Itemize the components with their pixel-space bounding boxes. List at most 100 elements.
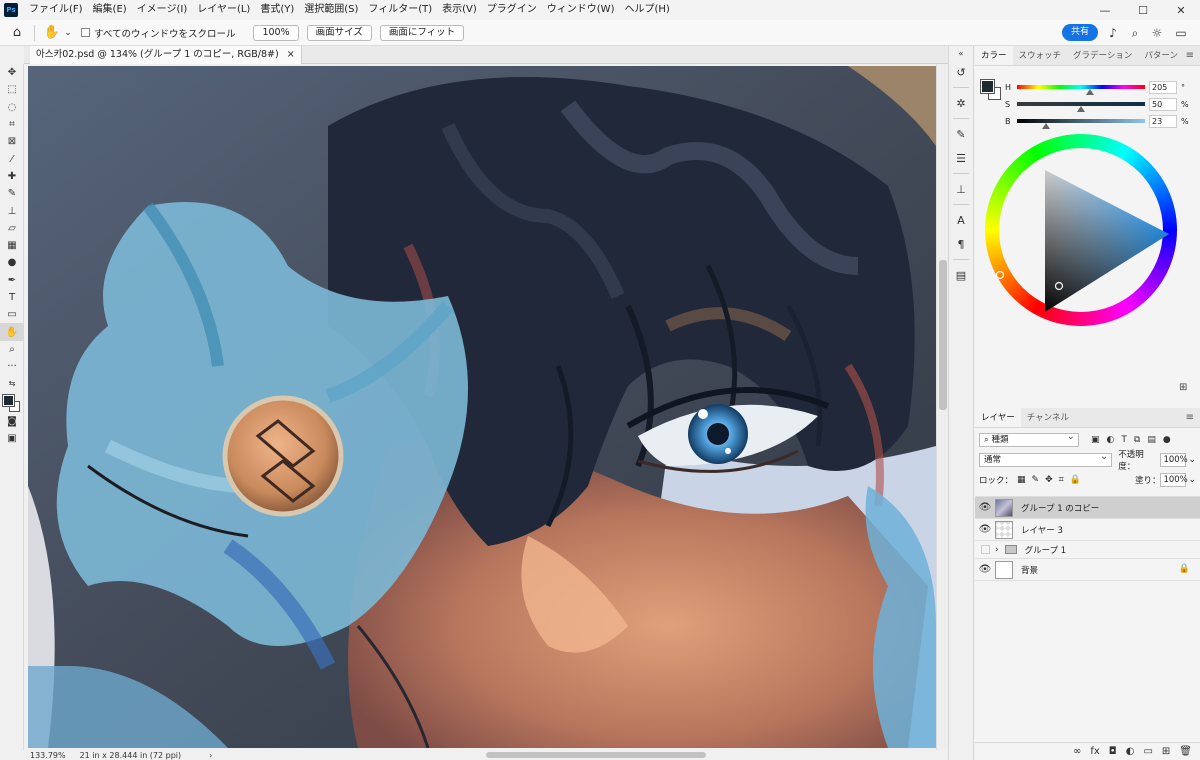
document-canvas[interactable] xyxy=(28,66,936,748)
tab-channels[interactable]: チャンネル xyxy=(1021,408,1075,427)
pen-tool-icon[interactable]: ✒ xyxy=(0,272,24,289)
menu-plugins[interactable]: プラグイン xyxy=(482,0,542,20)
home-icon[interactable]: ⌂ xyxy=(6,22,28,44)
vertical-scroll-thumb[interactable] xyxy=(939,260,947,410)
saturation-brightness-triangle[interactable] xyxy=(985,134,1177,326)
vertical-scrollbar[interactable] xyxy=(936,64,948,750)
saturation-value-input[interactable]: 50 xyxy=(1149,97,1177,111)
brush-tool-icon[interactable]: ✎ xyxy=(0,185,24,202)
hand-icon[interactable]: ✋ xyxy=(41,22,63,44)
horizontal-scroll-thumb[interactable] xyxy=(486,752,706,758)
color-wheel[interactable] xyxy=(985,134,1177,330)
layer-row[interactable]: 👁 レイヤー 3 xyxy=(975,519,1200,541)
hue-slider-thumb[interactable] xyxy=(1085,89,1094,95)
layer-row[interactable]: 👁 グループ 1 のコピー xyxy=(975,497,1200,519)
chevron-right-icon[interactable]: › xyxy=(995,545,999,555)
brightness-track[interactable] xyxy=(1017,119,1145,129)
lock-artboard-icon[interactable]: ⌗ xyxy=(1059,475,1064,485)
add-mask-icon[interactable]: ◘ xyxy=(1109,746,1117,757)
color-panel-swatches[interactable] xyxy=(980,79,1003,102)
tab-color[interactable]: カラー xyxy=(975,46,1013,65)
smart-object-filter-icon[interactable]: ▤ xyxy=(1147,435,1156,445)
chevron-down-icon[interactable]: ⌄ xyxy=(1188,475,1196,485)
marquee-tool-icon[interactable]: ⬚ xyxy=(0,81,24,98)
menu-help[interactable]: ヘルプ(H) xyxy=(619,0,674,20)
share-button[interactable]: 共有 xyxy=(1062,24,1098,41)
scroll-all-windows-checkbox[interactable]: すべてのウィンドウをスクロール xyxy=(81,26,235,40)
eye-icon[interactable]: 👁 xyxy=(975,564,995,575)
filter-toggle-icon[interactable]: ● xyxy=(1163,435,1171,445)
rectangle-tool-icon[interactable]: ▭ xyxy=(0,306,24,323)
foreground-color-swatch[interactable] xyxy=(2,393,15,407)
menu-edit[interactable]: 編集(E) xyxy=(88,0,132,20)
menu-select[interactable]: 選択範囲(S) xyxy=(299,0,363,20)
menu-file[interactable]: ファイル(F) xyxy=(24,0,88,20)
healing-brush-tool-icon[interactable]: ✚ xyxy=(0,168,24,185)
brightness-value-input[interactable]: 23 xyxy=(1149,114,1177,128)
lasso-tool-icon[interactable]: ◌ xyxy=(0,99,24,116)
saturation-slider-thumb[interactable] xyxy=(1077,106,1085,112)
menu-filter[interactable]: フィルター(T) xyxy=(363,0,437,20)
layers-menu-icon[interactable]: ≡ xyxy=(1186,412,1194,423)
menu-window[interactable]: ウィンドウ(W) xyxy=(542,0,620,20)
quick-mask-icon[interactable]: ◙ xyxy=(0,413,24,430)
history-icon[interactable]: ↺ xyxy=(949,60,973,84)
more-tools-icon[interactable]: ··· xyxy=(0,358,24,375)
frame-tool-icon[interactable]: ⊠ xyxy=(0,133,24,150)
minimize-button[interactable]: — xyxy=(1086,0,1124,20)
fill-input[interactable]: 100% xyxy=(1160,473,1188,487)
visibility-toggle[interactable] xyxy=(981,545,990,554)
hue-value-input[interactable]: 205 xyxy=(1149,80,1177,94)
clone-source-icon[interactable]: ⊥ xyxy=(949,177,973,201)
tab-swatches[interactable]: スウォッチ xyxy=(1013,46,1068,65)
hue-picker[interactable] xyxy=(995,270,1005,280)
lock-position-icon[interactable]: ✥ xyxy=(1045,475,1053,485)
gradient-tool-icon[interactable]: ▦ xyxy=(0,237,24,254)
hand-tool-icon[interactable]: ✋ xyxy=(0,323,24,341)
workspace-icon[interactable]: ▭ xyxy=(1170,22,1192,44)
add-icon[interactable]: ⊞ xyxy=(1179,382,1187,393)
hue-track[interactable] xyxy=(1017,85,1145,95)
eye-icon[interactable]: 👁 xyxy=(975,502,995,513)
move-tool-icon[interactable]: ✥ xyxy=(0,64,24,81)
properties-icon[interactable]: ☰ xyxy=(949,146,973,170)
new-layer-icon[interactable]: ⊞ xyxy=(1162,746,1170,757)
color-panel-foreground[interactable] xyxy=(980,79,995,94)
new-group-icon[interactable]: ▭ xyxy=(1143,746,1152,757)
paragraph-icon[interactable]: ¶ xyxy=(949,232,973,256)
layer-row[interactable]: › グループ 1 xyxy=(975,541,1200,559)
close-tab-icon[interactable]: × xyxy=(287,46,295,64)
maximize-button[interactable]: ☐ xyxy=(1124,0,1162,20)
brightness-slider-thumb[interactable] xyxy=(1042,123,1051,129)
zoom-100-button[interactable]: 100% xyxy=(253,24,299,41)
type-tool-icon[interactable]: T xyxy=(0,289,24,306)
panel-menu-icon[interactable]: ≡ xyxy=(1186,50,1194,61)
trash-icon[interactable]: 🗑 xyxy=(1179,746,1192,757)
layer-row[interactable]: 👁 背景 🔒 xyxy=(975,559,1200,581)
color-swatches[interactable] xyxy=(0,393,24,413)
eyedropper-tool-icon[interactable]: ⁄ xyxy=(0,150,24,167)
document-tab[interactable]: 아스카02.psd @ 134% (グループ 1 のコピー, RGB/8#) × xyxy=(30,46,302,64)
screen-size-button[interactable]: 画面サイズ xyxy=(306,24,372,41)
pixel-filter-icon[interactable]: ▣ xyxy=(1091,435,1100,445)
tab-layers[interactable]: レイヤー xyxy=(975,408,1021,427)
tab-gradients[interactable]: グラデーション xyxy=(1067,46,1138,65)
libraries-icon[interactable]: ▤ xyxy=(949,263,973,287)
link-layers-icon[interactable]: ∞ xyxy=(1073,746,1081,757)
swap-colors-icon[interactable]: ⇆ xyxy=(0,375,24,392)
fit-screen-button[interactable]: 画面にフィット xyxy=(379,24,465,41)
saturation-track[interactable] xyxy=(1017,102,1145,112)
shape-filter-icon[interactable]: ⧉ xyxy=(1134,435,1140,445)
chevron-right-icon[interactable]: › xyxy=(209,751,212,760)
blend-mode-select[interactable]: 通常 xyxy=(979,451,1113,467)
adjustment-filter-icon[interactable]: ◐ xyxy=(1107,435,1115,445)
menu-type[interactable]: 書式(Y) xyxy=(255,0,299,20)
adjustments-icon[interactable]: ✲ xyxy=(949,91,973,115)
close-window-button[interactable]: ✕ xyxy=(1162,0,1200,20)
lightbulb-icon[interactable]: ☼ xyxy=(1146,22,1168,44)
stamp-tool-icon[interactable]: ⊥ xyxy=(0,202,24,219)
lock-transparent-icon[interactable]: ▦ xyxy=(1017,475,1026,485)
menu-layer[interactable]: レイヤー(L) xyxy=(192,0,255,20)
layer-filter-select[interactable]: ⌕ 種類 xyxy=(979,431,1079,447)
opacity-input[interactable]: 100% xyxy=(1160,453,1188,467)
